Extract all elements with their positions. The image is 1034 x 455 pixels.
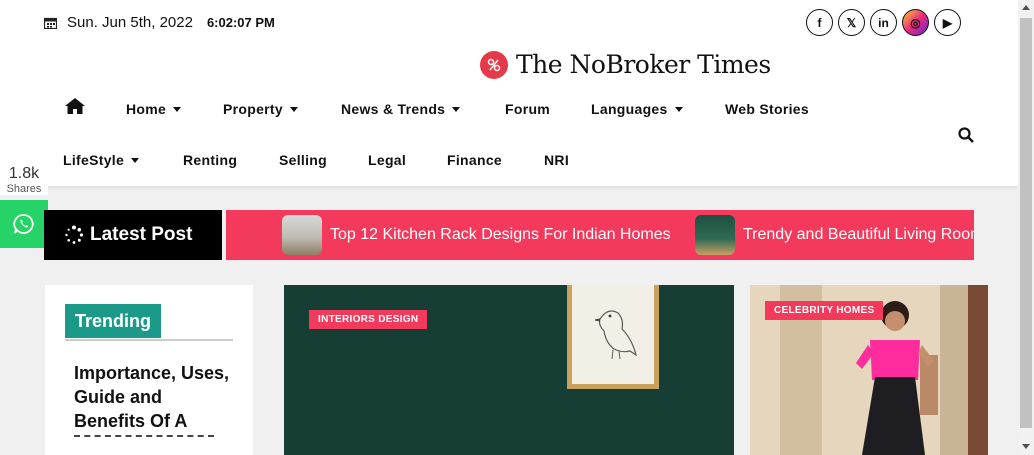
nav-finance[interactable]: Finance	[447, 152, 502, 168]
category-badge[interactable]: INTERIORS DESIGN	[309, 310, 428, 329]
nav-label: Home	[126, 101, 167, 117]
ticker-thumbnail	[282, 215, 322, 255]
home-icon[interactable]	[64, 97, 86, 115]
divider	[65, 339, 233, 341]
ticker-thumbnail	[695, 215, 735, 255]
latest-post-label: Latest Post	[44, 210, 222, 260]
share-label: Shares	[6, 183, 42, 195]
scroll-up-arrow-icon[interactable]	[1022, 5, 1030, 10]
nav-label: Legal	[368, 152, 407, 168]
site-logo[interactable]: The NoBroker Times	[480, 50, 771, 79]
nav-label: Web Stories	[725, 101, 809, 117]
scroll-down-arrow-icon[interactable]	[1022, 444, 1030, 449]
category-badge[interactable]: CELEBRITY HOMES	[765, 301, 884, 320]
nav-label: LifeStyle	[63, 152, 125, 168]
latest-post-text: Latest Post	[90, 224, 193, 245]
twitter-icon[interactable]: 𝕏	[838, 9, 865, 36]
current-date: Sun. Jun 5th, 2022	[67, 14, 193, 31]
nav-label: Property	[223, 101, 283, 117]
whatsapp-icon	[13, 214, 34, 234]
featured-article-card[interactable]: INTERIORS DESIGN	[284, 285, 734, 455]
share-count: 1.8k	[8, 165, 40, 182]
loading-spinner-icon	[65, 225, 84, 244]
logo-mark-icon	[480, 50, 508, 79]
nav-home[interactable]: Home	[126, 101, 182, 117]
chevron-down-icon	[289, 106, 298, 112]
ticker-item[interactable]: Trendy and Beautiful Living Room	[695, 215, 974, 255]
nav-label: NRI	[544, 152, 570, 168]
nav-label: Finance	[447, 152, 503, 168]
facebook-icon[interactable]: f	[806, 9, 833, 36]
ticker-title: Top 12 Kitchen Rack Designs For Indian H…	[330, 226, 671, 243]
site-header: Sun. Jun 5th, 2022 6:02:07 PM f 𝕏 in ◎ ▶…	[0, 0, 1018, 186]
linkedin-icon[interactable]: in	[870, 9, 897, 36]
nav-lifestyle[interactable]: LifeStyle	[63, 152, 140, 168]
nav-label: Forum	[505, 101, 551, 117]
share-counter: 1.8k Shares	[0, 165, 48, 195]
current-time: 6:02:07 PM	[206, 15, 275, 30]
picture-canvas	[572, 285, 654, 384]
search-icon[interactable]	[958, 127, 974, 143]
side-article-card[interactable]: CELEBRITY HOMES	[750, 285, 988, 455]
ticker-item[interactable]: Top 12 Kitchen Rack Designs For Indian H…	[282, 215, 671, 255]
calendar-icon	[44, 17, 57, 29]
bird-sketch-icon	[594, 310, 637, 360]
nav-legal[interactable]: Legal	[368, 152, 406, 168]
nav-label: News & Trends	[341, 101, 446, 117]
scrollbar-thumb[interactable]	[1020, 18, 1032, 428]
trending-article-title[interactable]: Importance, Uses, Guide and Benefits Of …	[74, 361, 234, 433]
dashed-divider	[74, 435, 214, 437]
ticker-title: Trendy and Beautiful Living Room	[743, 226, 974, 243]
date-time: Sun. Jun 5th, 2022 6:02:07 PM	[44, 14, 275, 31]
youtube-icon[interactable]: ▶	[934, 9, 961, 36]
nav-web-stories[interactable]: Web Stories	[725, 101, 809, 117]
instagram-icon[interactable]: ◎	[902, 9, 929, 36]
nav-selling[interactable]: Selling	[279, 152, 327, 168]
nav-news-trends[interactable]: News & Trends	[341, 101, 461, 117]
nav-nri[interactable]: NRI	[544, 152, 569, 168]
news-ticker: Top 12 Kitchen Rack Designs For Indian H…	[226, 210, 974, 260]
nav-label: Renting	[183, 152, 238, 168]
nav-languages[interactable]: Languages	[591, 101, 683, 117]
social-links: f 𝕏 in ◎ ▶	[806, 9, 961, 36]
nav-forum[interactable]: Forum	[505, 101, 550, 117]
vertical-scrollbar[interactable]	[1018, 0, 1034, 455]
nav-label: Selling	[279, 152, 327, 168]
nav-property[interactable]: Property	[223, 101, 298, 117]
chevron-down-icon	[452, 106, 461, 112]
chevron-down-icon	[674, 106, 683, 112]
chevron-down-icon	[173, 106, 182, 112]
chevron-down-icon	[131, 157, 140, 163]
trending-label: Trending	[65, 304, 161, 338]
trending-card: Trending Importance, Uses, Guide and Ben…	[45, 285, 253, 455]
logo-text: The NoBroker Times	[516, 50, 771, 79]
whatsapp-share-button[interactable]	[0, 200, 48, 248]
framed-picture	[567, 285, 659, 389]
nav-label: Languages	[591, 101, 668, 117]
nav-renting[interactable]: Renting	[183, 152, 237, 168]
